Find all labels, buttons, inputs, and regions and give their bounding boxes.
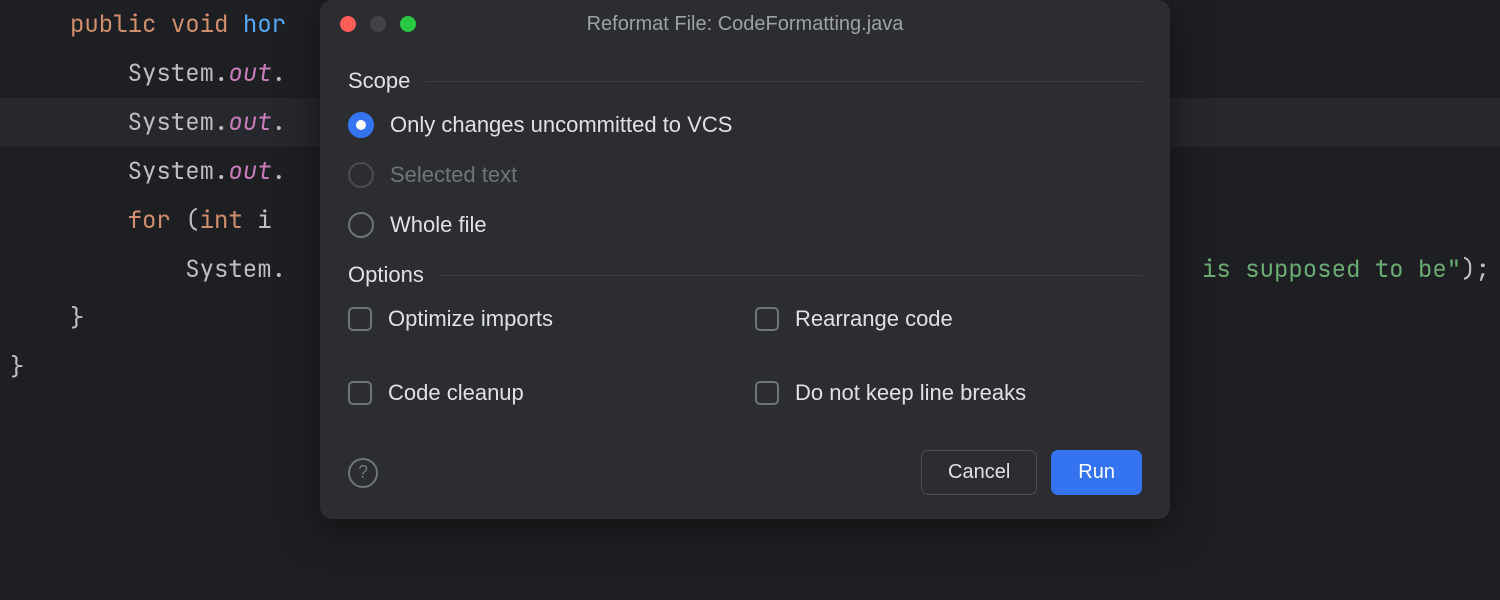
scope-option[interactable]: Only changes uncommitted to VCS <box>348 112 1142 138</box>
checkbox-icon <box>348 307 372 331</box>
dialog-title: Reformat File: CodeFormatting.java <box>320 13 1170 36</box>
close-icon[interactable] <box>340 16 356 32</box>
option-label: Optimize imports <box>388 306 553 332</box>
options-heading-label: Options <box>348 262 424 288</box>
option-label: Code cleanup <box>388 380 524 406</box>
radio-icon <box>348 212 374 238</box>
scope-heading: Scope <box>348 68 1142 94</box>
maximize-icon[interactable] <box>400 16 416 32</box>
checkbox-icon <box>755 381 779 405</box>
option-checkbox[interactable]: Rearrange code <box>755 306 1142 332</box>
option-label: Do not keep line breaks <box>795 380 1026 406</box>
scope-option: Selected text <box>348 162 1142 188</box>
option-checkbox[interactable]: Optimize imports <box>348 306 735 332</box>
run-button[interactable]: Run <box>1051 450 1142 495</box>
scope-heading-label: Scope <box>348 68 410 94</box>
checkbox-icon <box>348 381 372 405</box>
divider <box>426 81 1142 82</box>
scope-option-label: Only changes uncommitted to VCS <box>390 112 732 138</box>
dialog-titlebar: Reformat File: CodeFormatting.java <box>320 0 1170 40</box>
checkbox-icon <box>755 307 779 331</box>
radio-icon <box>348 162 374 188</box>
option-label: Rearrange code <box>795 306 953 332</box>
cancel-button[interactable]: Cancel <box>921 450 1037 495</box>
option-checkbox[interactable]: Do not keep line breaks <box>755 380 1142 406</box>
scope-option-label: Whole file <box>390 212 487 238</box>
scope-option-label: Selected text <box>390 162 517 188</box>
option-checkbox[interactable]: Code cleanup <box>348 380 735 406</box>
reformat-file-dialog: Reformat File: CodeFormatting.java Scope… <box>320 0 1170 519</box>
divider <box>440 275 1142 276</box>
help-button[interactable]: ? <box>348 458 378 488</box>
options-heading: Options <box>348 262 1142 288</box>
radio-icon <box>348 112 374 138</box>
minimize-icon <box>370 16 386 32</box>
window-controls <box>340 16 416 32</box>
scope-option[interactable]: Whole file <box>348 212 1142 238</box>
